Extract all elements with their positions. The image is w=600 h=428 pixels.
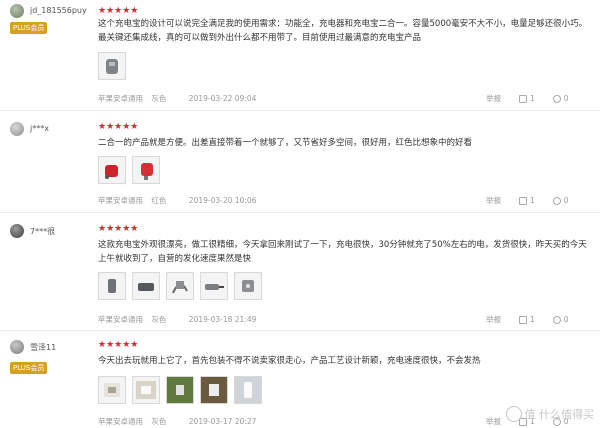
plus-member-badge: PLUS会员 [10,362,48,374]
divider [0,330,600,331]
comment-button[interactable]: 0 [552,314,569,325]
review-actions: 举报 1 0 [486,195,569,206]
thumbs-up-icon [519,196,527,205]
report-link[interactable]: 举报 [486,195,501,206]
review-image[interactable] [166,376,194,404]
product-variant: 苹果安卓通用 [98,417,143,426]
product-color: 灰色 [151,417,167,426]
review-images [98,156,160,184]
outdoor-photo-icon [201,377,227,403]
like-button[interactable]: 1 [519,195,535,206]
rating-stars: ★★★★★ [98,224,139,234]
like-count: 1 [530,94,535,103]
rating-stars: ★★★★★ [98,6,139,16]
watermark-text: 值 什么值得买 [524,408,595,421]
plus-member-badge: PLUS会员 [10,22,48,34]
review-item: jd_181556puy PLUS会员 ★★★★★ 这个充电宝的设计可以说完全满… [0,0,600,108]
charger-photo-icon [242,280,254,292]
avatar[interactable] [10,122,24,136]
review-item: j***x ★★★★★ 二合一的产品就是方便。出差直接带着一个就够了，又节省好多… [0,112,600,212]
charger-photo-icon [106,59,118,74]
outdoor-photo-icon [167,377,193,403]
comment-icon [552,94,561,103]
charger-photo-icon [108,279,116,293]
smzdm-logo-icon [505,406,522,422]
review-meta: 苹果安卓通用 灰色 2019-03-22 09:04 [98,93,262,104]
username[interactable]: jd_181556puy [30,6,87,15]
review-text: 二合一的产品就是方便。出差直接带着一个就够了，又节省好多空间，很好用，红色比想象… [98,138,473,148]
review-text: 这个充电宝的设计可以说完全满足我的使用需求：功能全，充电器和充电宝二合一。容量5… [98,19,588,43]
thumbs-up-icon [519,315,527,324]
review-image[interactable] [98,52,126,80]
review-date: 2019-03-22 09:04 [188,94,257,103]
review-actions: 举报 1 0 [486,93,569,104]
review-image[interactable] [200,376,228,404]
site-watermark: 值 什么值得买 [505,406,595,422]
comment-button[interactable]: 0 [552,93,569,104]
review-image[interactable] [166,272,194,300]
username[interactable]: 7***很 [30,226,55,237]
rating-stars: ★★★★★ [98,340,139,350]
review-date: 2019-03-20 10:06 [188,196,257,205]
comment-button[interactable]: 0 [552,195,569,206]
package-photo-icon [104,383,120,397]
comment-count: 0 [563,94,569,103]
review-image[interactable] [98,272,126,300]
comment-count: 0 [563,315,569,324]
comment-icon [552,315,561,324]
review-image[interactable] [98,376,126,404]
charger-photo-icon [235,377,261,403]
charger-photo-icon [205,284,224,290]
divider [0,110,600,111]
review-image[interactable] [132,156,160,184]
review-meta: 苹果安卓通用 红色 2019-03-20 10:06 [98,195,262,206]
like-count: 1 [530,196,535,205]
thumbs-up-icon [519,94,527,103]
review-meta: 苹果安卓通用 灰色 2019-03-18 21:49 [98,314,262,325]
like-count: 1 [530,315,535,324]
product-variant: 苹果安卓通用 [98,315,143,324]
charger-photo-icon [138,283,154,291]
cable-photo-icon [172,281,188,294]
review-image[interactable] [200,272,228,300]
rating-stars: ★★★★★ [98,122,139,132]
review-text: 这款充电宝外观很漂亮，做工很精细，今天拿回来刚试了一下，充电很快，30分钟就充了… [98,240,587,264]
report-link[interactable]: 举报 [486,93,501,104]
product-variant: 苹果安卓通用 [98,94,143,103]
product-variant: 苹果安卓通用 [98,196,143,205]
review-image[interactable] [234,376,262,404]
review-actions: 举报 1 0 [486,314,569,325]
review-image[interactable] [98,156,126,184]
avatar[interactable] [10,4,24,18]
review-text: 今天出去玩就用上它了，首先包装不得不说卖家很走心，产品工艺设计新颖，充电速度很快… [98,356,481,366]
avatar[interactable] [10,340,24,354]
review-image[interactable] [132,376,160,404]
review-meta: 苹果安卓通用 灰色 2019-03-17 20:27 [98,416,262,427]
comment-count: 0 [563,196,569,205]
review-item: 7***很 ★★★★★ 这款充电宝外观很漂亮，做工很精细，今天拿回来刚试了一下，… [0,214,600,328]
divider [0,212,600,213]
review-images [98,376,262,404]
review-image[interactable] [234,272,262,300]
review-images [98,52,126,80]
comment-icon [552,196,561,205]
review-date: 2019-03-18 21:49 [188,315,257,324]
username[interactable]: j***x [30,124,49,133]
report-link[interactable]: 举报 [486,314,501,325]
report-link[interactable]: 举报 [486,416,501,427]
product-color: 红色 [151,196,167,205]
review-images [98,272,262,300]
avatar[interactable] [10,224,24,238]
product-color: 灰色 [151,315,167,324]
like-button[interactable]: 1 [519,314,535,325]
like-button[interactable]: 1 [519,93,535,104]
review-date: 2019-03-17 20:27 [188,417,257,426]
review-image[interactable] [132,272,160,300]
product-color: 灰色 [151,94,167,103]
package-photo-icon [136,381,156,399]
red-charger-photo-icon [141,163,153,180]
username[interactable]: 雪泽11 [30,342,56,353]
red-charger-photo-icon [105,165,118,179]
